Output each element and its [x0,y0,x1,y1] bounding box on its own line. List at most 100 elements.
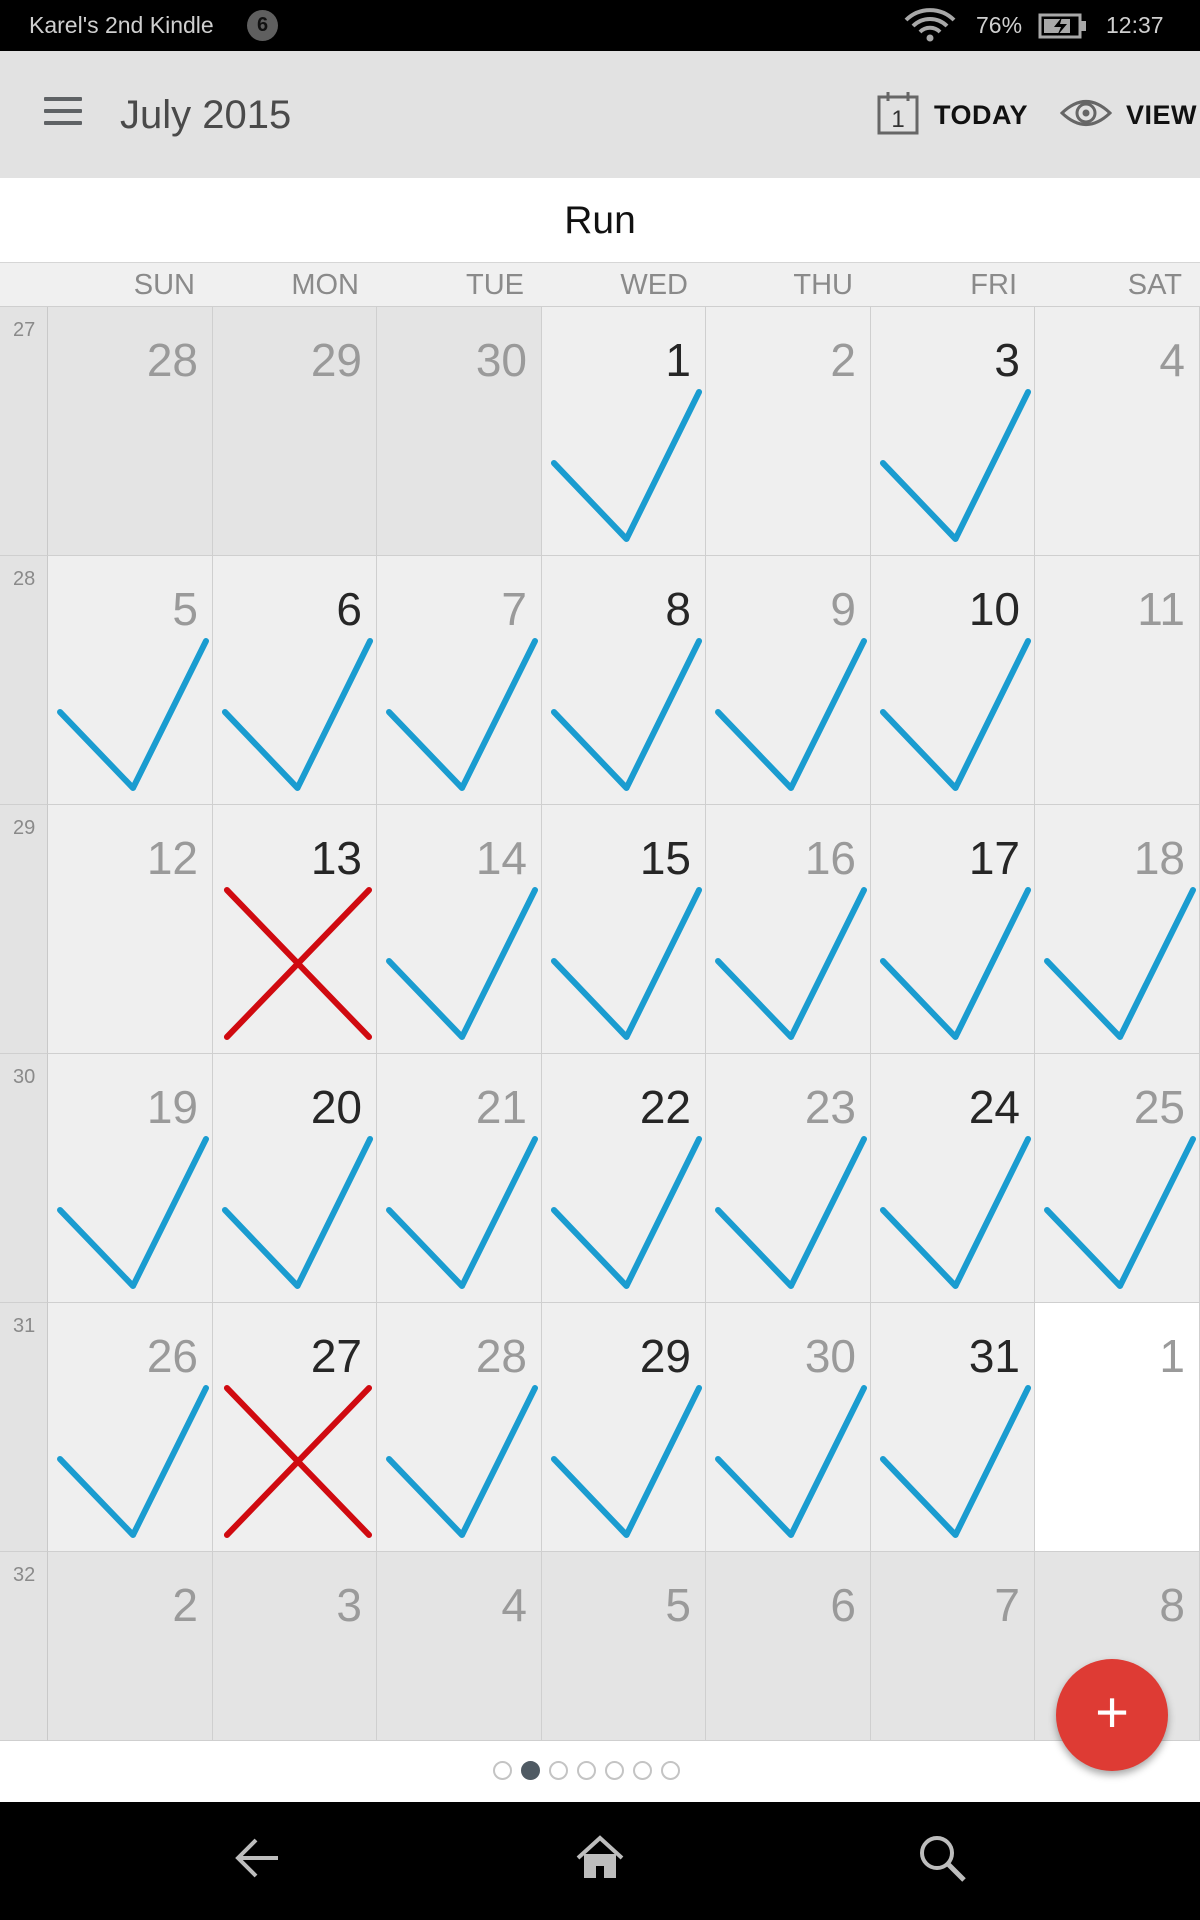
day-number: 29 [310,334,362,386]
calendar-day-cell[interactable]: 11 [1035,556,1200,805]
calendar-day-cell[interactable]: 14 [377,805,542,1054]
calendar-day-cell[interactable]: 7 [377,556,542,805]
day-number: 8 [1159,1579,1185,1631]
calendar-day-cell[interactable]: 6 [213,556,377,805]
notification-badge[interactable]: 6 [247,10,278,41]
calendar-day-cell[interactable]: 19 [48,1054,213,1303]
calendar-day-cell[interactable]: 26 [48,1303,213,1552]
calendar-day-cell[interactable]: 31 [871,1303,1035,1552]
checkmark-icon [550,1136,703,1289]
calendar-day-cell[interactable]: 16 [706,805,871,1054]
weekday-label: TUE [466,269,524,301]
calendar-day-cell[interactable]: 20 [213,1054,377,1303]
calendar-day-cell[interactable]: 28 [377,1303,542,1552]
checkmark-icon [879,389,1032,542]
day-number: 2 [172,1579,198,1631]
calendar-day-cell[interactable]: 27 [213,1303,377,1552]
search-icon[interactable] [916,1832,968,1889]
day-number: 2 [830,334,856,386]
day-number: 11 [1137,583,1185,635]
week-number-label: 28 [13,568,36,590]
checkmark-icon [879,1136,1032,1289]
view-label: VIEW [1126,99,1198,130]
day-number: 5 [665,1579,691,1631]
calendar-day-cell[interactable]: 2 [48,1552,213,1741]
week-number-label: 31 [13,1315,36,1337]
calendar-day-cell[interactable]: 5 [542,1552,706,1741]
navigation-bar [0,1802,1200,1920]
checkmark-icon [879,887,1032,1040]
calendar-day-cell[interactable]: 29 [542,1303,706,1552]
day-number: 30 [475,334,527,386]
calendar-day-cell[interactable]: 1 [1035,1303,1200,1552]
calendar-day-cell[interactable]: 12 [48,805,213,1054]
calendar-day-cell[interactable]: 30 [706,1303,871,1552]
page-dot[interactable] [549,1761,568,1780]
checkmark-icon [57,1136,209,1289]
week-number: 29 [0,805,48,1054]
calendar-day-cell[interactable]: 4 [377,1552,542,1741]
calendar-day-cell[interactable]: 17 [871,805,1035,1054]
checkmark-icon [221,1136,374,1289]
calendar-day-cell[interactable]: 1 [542,307,706,556]
menu-icon[interactable] [44,97,82,127]
calendar-day-cell[interactable]: 6 [706,1552,871,1741]
status-bar: Karel's 2nd Kindle 6 76% 12:37 [0,0,1200,51]
calendar-day-cell[interactable]: 30 [377,307,542,556]
calendar-today-icon: 1 [876,90,920,141]
calendar-day-cell[interactable]: 25 [1035,1054,1200,1303]
calendar-day-cell[interactable]: 21 [377,1054,542,1303]
calendar-day-cell[interactable]: 24 [871,1054,1035,1303]
day-number: 6 [830,1579,856,1631]
checkmark-icon [879,638,1032,791]
calendar-day-cell[interactable]: 3 [871,307,1035,556]
today-button[interactable]: 1 TODAY [876,91,1028,139]
calendar-day-cell[interactable]: 3 [213,1552,377,1741]
page-dot[interactable] [661,1761,680,1780]
calendar-day-cell[interactable]: 29 [213,307,377,556]
home-icon[interactable] [574,1832,626,1889]
checkmark-icon [386,1385,538,1538]
app-toolbar: July 2015 1 TODAY VIEW [0,51,1200,178]
week-number-label: 29 [13,817,36,839]
calendar-day-cell[interactable]: 9 [706,556,871,805]
checkmark-icon [550,887,703,1040]
add-button[interactable]: + [1056,1659,1168,1771]
calendar-day-cell[interactable]: 15 [542,805,706,1054]
page-dot[interactable] [577,1761,596,1780]
page-dot[interactable] [493,1761,512,1780]
month-title: July 2015 [120,93,292,137]
calendar-day-cell[interactable]: 13 [213,805,377,1054]
day-number: 4 [1159,334,1185,386]
calendar-day-cell[interactable]: 18 [1035,805,1200,1054]
checkmark-icon [550,638,703,791]
checkmark-icon [550,1385,703,1538]
device-name: Karel's 2nd Kindle [29,12,214,38]
day-number: 12 [146,832,198,884]
page-dot[interactable] [521,1761,540,1780]
calendar-day-cell[interactable]: 5 [48,556,213,805]
checkmark-icon [715,1136,867,1289]
calendar-day-cell[interactable]: 4 [1035,307,1200,556]
calendar-day-cell[interactable]: 10 [871,556,1035,805]
week-number: 27 [0,307,48,556]
calendar-day-cell[interactable]: 8 [542,556,706,805]
page-dot[interactable] [633,1761,652,1780]
view-button[interactable]: VIEW [1059,91,1198,139]
svg-text:1: 1 [891,106,904,133]
page-dot[interactable] [605,1761,624,1780]
day-number: 1 [1159,1330,1185,1382]
checkmark-icon [879,1385,1032,1538]
checkmark-icon [386,638,538,791]
calendar-day-cell[interactable]: 28 [48,307,213,556]
checkmark-icon [57,1385,209,1538]
page-dots [493,1761,680,1780]
page-indicator [0,1741,1200,1802]
calendar-day-cell[interactable]: 2 [706,307,871,556]
add-icon: + [1095,1680,1129,1745]
calendar-day-cell[interactable]: 7 [871,1552,1035,1741]
back-icon[interactable] [232,1832,284,1889]
calendar-day-cell[interactable]: 22 [542,1054,706,1303]
calendar-day-cell[interactable]: 23 [706,1054,871,1303]
cross-icon [223,887,373,1040]
